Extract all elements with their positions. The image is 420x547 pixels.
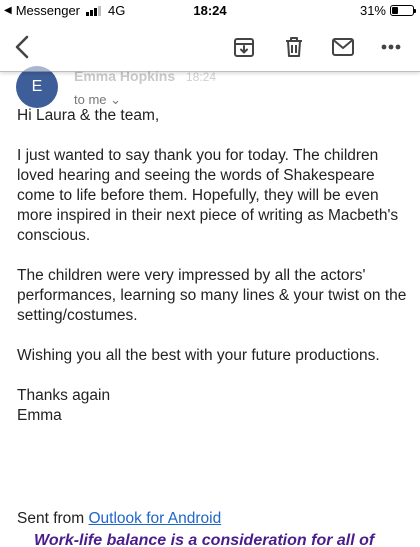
archive-icon[interactable] <box>231 34 257 60</box>
sign-off-line: Thanks again <box>17 387 111 404</box>
outlook-android-link[interactable]: Outlook for Android <box>89 510 222 527</box>
footer-note: Work-life balance is a consideration for… <box>34 532 375 547</box>
body-paragraph-3: Wishing you all the best with your futur… <box>17 347 380 364</box>
status-right: 31% <box>359 3 416 18</box>
status-bar: ◀ Messenger 4G 18:24 31% <box>0 0 420 22</box>
clock: 18:24 <box>193 3 227 18</box>
email-screen: ◀ Messenger 4G 18:24 31% E Emma Hopkins … <box>0 0 420 547</box>
more-vertical-icon[interactable] <box>378 34 404 60</box>
avatar[interactable]: E <box>16 66 58 108</box>
signature-name: Emma <box>17 407 62 424</box>
body-paragraph-1: I just wanted to say thank you for today… <box>17 147 399 244</box>
sent-from-prefix: Sent from <box>17 510 89 527</box>
greeting: Hi Laura & the team, <box>17 107 160 124</box>
email-body: Hi Laura & the team, I just wanted to sa… <box>17 106 412 426</box>
envelope-icon[interactable] <box>330 34 356 60</box>
battery-icon <box>390 5 416 16</box>
body-paragraph-2: The children were very impressed by all … <box>17 267 407 324</box>
battery-level <box>392 7 399 14</box>
trash-icon[interactable] <box>281 34 307 60</box>
sent-from-line: Sent from Outlook for Android <box>17 510 221 528</box>
message-toolbar <box>0 22 420 72</box>
sent-time: 18:24 <box>186 70 217 84</box>
back-arrow-icon[interactable] <box>10 34 36 60</box>
battery-percent: 31% <box>359 3 386 18</box>
